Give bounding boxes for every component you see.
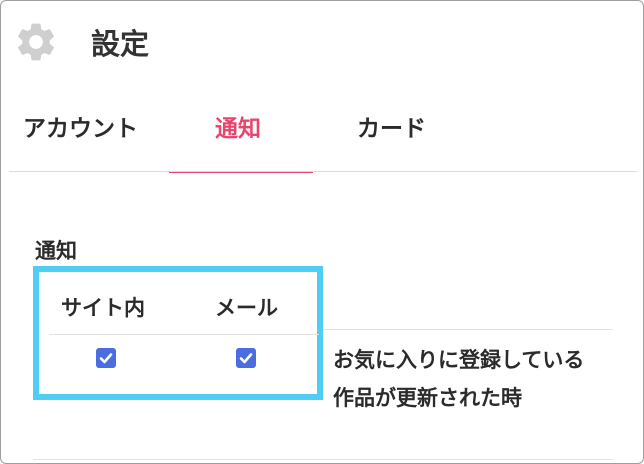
header-divider	[49, 334, 319, 335]
tab-notification-label: 通知	[215, 116, 261, 142]
column-header-mail: メール	[215, 296, 278, 320]
site-notification-checkbox[interactable]	[96, 348, 116, 368]
tab-notification[interactable]: 通知	[169, 97, 313, 173]
gear-icon	[18, 23, 54, 61]
highlighted-checkbox-columns: サイト内 メール	[33, 266, 323, 400]
table-bottom-divider	[33, 459, 613, 460]
tab-account-label: アカウント	[23, 116, 138, 142]
tab-card-label: カード	[357, 116, 426, 142]
column-header-site: サイト内	[61, 296, 145, 320]
tab-card[interactable]: カード	[357, 97, 457, 171]
mail-notification-checkbox[interactable]	[236, 348, 256, 368]
checkmark-icon	[239, 353, 253, 364]
row-divider	[317, 329, 613, 330]
tab-account[interactable]: アカウント	[23, 97, 163, 171]
tab-divider	[9, 171, 637, 172]
checkmark-icon	[99, 353, 113, 364]
tab-bar: アカウント 通知 カード	[1, 97, 637, 173]
notification-description: お気に入りに登録している作品が更新された時	[333, 348, 585, 410]
page-title: 設定	[91, 27, 150, 61]
section-title: 通知	[35, 239, 77, 263]
settings-window: 設定 アカウント 通知 カード 通知 サイト内 メール お気に入りに登録している	[0, 0, 644, 464]
